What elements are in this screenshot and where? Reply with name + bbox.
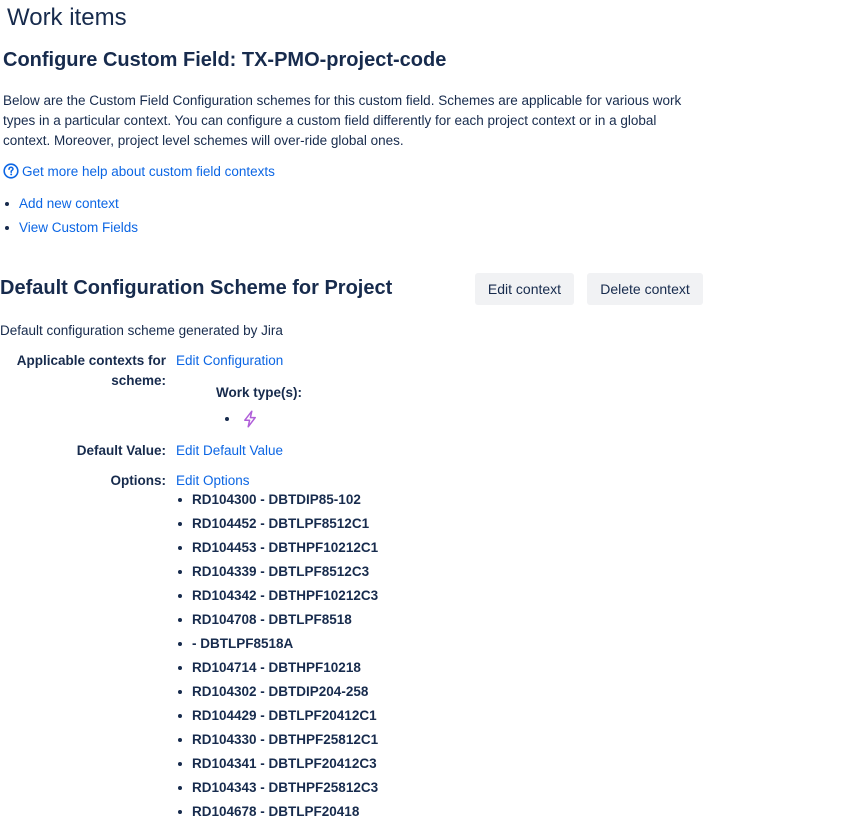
help-link-label: Get more help about custom field context… — [22, 163, 275, 179]
work-items-page: Work items Configure Custom Field: TX-PM… — [0, 0, 850, 828]
work-types-heading: Work type(s): — [216, 385, 303, 400]
option-item: RD104678 - DBTLPF20418 — [176, 802, 378, 826]
option-item: RD104302 - DBTDIP204-258 — [176, 682, 378, 706]
edit-options-link[interactable]: Edit Options — [176, 471, 250, 491]
option-item: RD104300 - DBTDIP85-102 — [176, 490, 378, 514]
option-item: RD104343 - DBTHPF25812C3 — [176, 778, 378, 802]
option-item: RD104453 - DBTHPF10212C1 — [176, 538, 378, 562]
option-item: RD104714 - DBTHPF10218 — [176, 658, 378, 682]
scheme-description: Default configuration scheme generated b… — [0, 323, 283, 338]
work-type-item — [225, 410, 258, 428]
option-item: RD104342 - DBTHPF10212C3 — [176, 586, 378, 610]
page-title: Work items — [7, 4, 127, 31]
list-item: Add new context — [0, 194, 138, 218]
option-item: RD104429 - DBTLPF20412C1 — [176, 706, 378, 730]
context-action-list: Add new context View Custom Fields — [0, 194, 138, 242]
add-new-context-link[interactable]: Add new context — [19, 196, 119, 211]
options-label: Options: — [110, 473, 167, 488]
custom-field-description: Below are the Custom Field Configuration… — [3, 93, 682, 148]
delete-context-button[interactable]: Delete context — [587, 273, 703, 305]
view-custom-fields-link[interactable]: View Custom Fields — [19, 220, 138, 235]
lightning-bolt-icon — [242, 410, 258, 428]
help-link[interactable]: Get more help about custom field context… — [3, 163, 275, 179]
default-value-label: Default Value: — [76, 443, 166, 458]
option-item: - DBTLPF8518A — [176, 634, 378, 658]
custom-field-heading: Configure Custom Field: TX-PMO-project-c… — [3, 49, 447, 71]
edit-context-button[interactable]: Edit context — [475, 273, 574, 305]
option-item: RD104452 - DBTLPF8512C1 — [176, 514, 378, 538]
help-circle-icon — [3, 163, 19, 179]
bullet — [225, 417, 229, 421]
edit-configuration-link[interactable]: Edit Configuration — [176, 351, 283, 371]
list-item: View Custom Fields — [0, 218, 138, 242]
options-list: RD104300 - DBTDIP85-102 RD104452 - DBTLP… — [176, 490, 378, 826]
option-item: RD104339 - DBTLPF8512C3 — [176, 562, 378, 586]
scheme-title: Default Configuration Scheme for Project — [0, 277, 393, 299]
edit-default-value-link[interactable]: Edit Default Value — [176, 441, 283, 461]
option-item: RD104708 - DBTLPF8518 — [176, 610, 378, 634]
option-item: RD104330 - DBTHPF25812C1 — [176, 730, 378, 754]
option-item: RD104341 - DBTLPF20412C3 — [176, 754, 378, 778]
applicable-contexts-label: Applicable contexts for scheme: — [16, 353, 166, 388]
